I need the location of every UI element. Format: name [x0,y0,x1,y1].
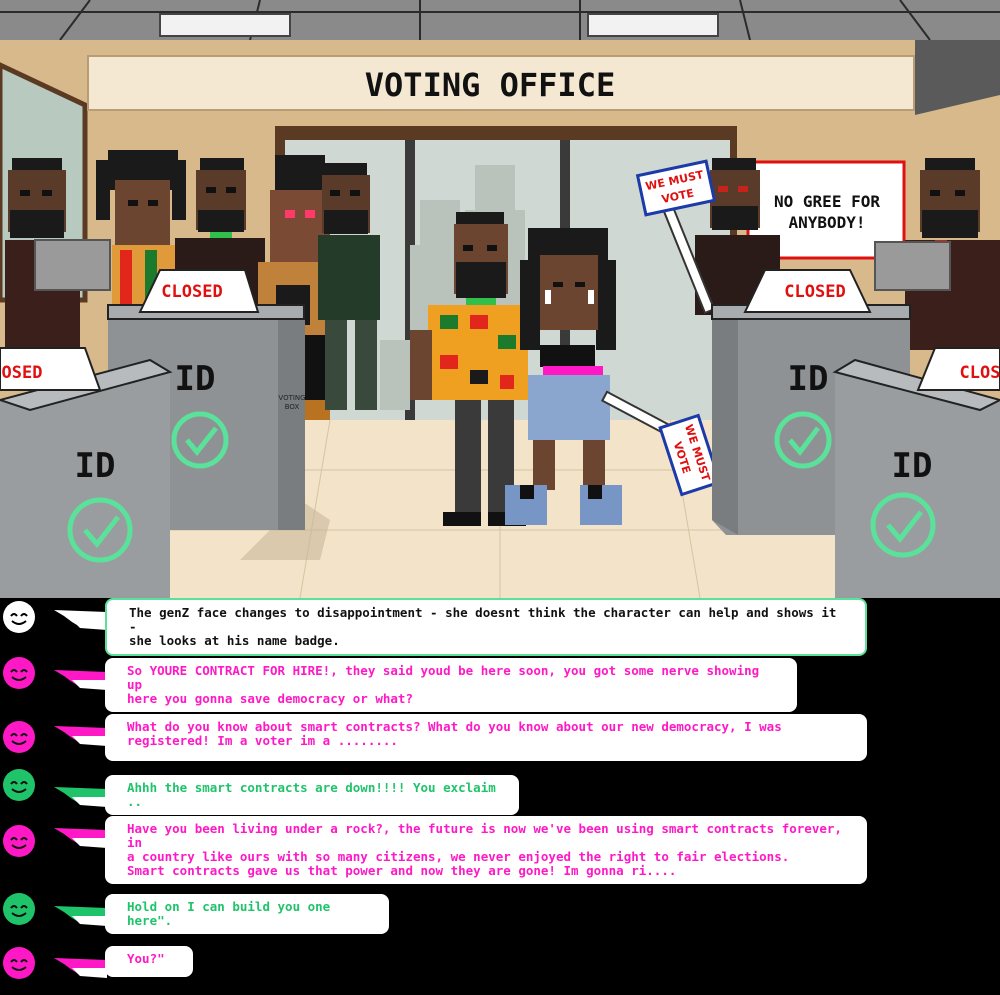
game-scene: VOTING OFFICE NO GREE FOR ANYBODY! WE MU… [0,0,1000,598]
dialogue-message: Have you been living under a rock?, the … [0,816,1000,885]
closed-sign: CLOSED [138,269,260,313]
dialogue-message: Ahhh the smart contracts are down!!!! Yo… [0,769,1000,815]
dialogue-bubble: So YOURE CONTRACT FOR HIRE!, they said y… [105,658,797,712]
speech-tail-icon [52,666,112,696]
dialogue-bubble: Have you been living under a rock?, the … [105,816,867,884]
ballot-box: ID [832,358,1000,598]
svg-text:ID: ID [892,446,933,486]
dialogue-message: Hold on I can build you one here". [0,892,1000,934]
dialogue-line: So YOURE CONTRACT FOR HIRE!, they said y… [127,663,760,692]
dialogue-line: Ahhh the smart contracts are down!!!! Yo… [127,780,496,809]
player-face-icon [2,892,36,926]
svg-text:ID: ID [788,359,829,399]
svg-text:VOTING: VOTING [278,394,305,402]
svg-text:CLOS: CLOS [960,363,1000,383]
dialogue-message: So YOURE CONTRACT FOR HIRE!, they said y… [0,656,1000,712]
svg-text:OSED: OSED [2,363,43,383]
ballot-box: ID [0,358,173,598]
speech-tail-icon [52,606,112,636]
dialogue-message: You?" [0,946,1000,983]
dialogue-line: Smart contracts gave us that power and n… [127,863,677,878]
narrator-face-icon [2,600,36,634]
dialogue-bubble: You?" [105,946,193,977]
player-face-icon [2,768,36,802]
genz-face-icon [2,656,36,690]
speech-tail-icon [52,783,112,813]
dialogue-line: Hold on I can build you one here". [127,899,331,928]
speech-tail-icon [52,902,112,932]
dialogue-line: What do you know about smart contracts? … [127,719,782,734]
dialogue-bubble: Hold on I can build you one here". [105,894,389,934]
dialogue-line: The genZ face changes to disappointment … [129,605,837,634]
svg-text:NO GREE FOR: NO GREE FOR [774,192,880,211]
svg-text:ANYBODY!: ANYBODY! [788,213,865,232]
dialogue-line: Have you been living under a rock?, the … [127,821,842,850]
svg-text:ID: ID [75,446,116,486]
dialogue-line: here you gonna save democracy or what? [127,691,413,706]
dialogue-bubble: Ahhh the smart contracts are down!!!! Yo… [105,775,519,815]
genz-face-icon [2,720,36,754]
genz-face-icon [2,824,36,858]
closed-sign: CLOSED [743,269,872,313]
dialogue-line: You?" [127,951,165,966]
dialogue-bubble: The genZ face changes to disappointment … [105,598,867,656]
dialogue-message: What do you know about smart contracts? … [0,714,1000,767]
closed-sign: OSED [0,347,102,391]
dialogue-line: registered! Im a voter im a ........ [127,733,398,748]
speech-tail-icon [52,954,112,984]
svg-text:ID: ID [175,359,216,399]
office-sign-text: VOTING OFFICE [365,66,615,104]
genz-face-icon [2,946,36,980]
dialogue-line: a country like ours with so many citizen… [127,849,790,864]
svg-text:BOX: BOX [285,403,300,411]
svg-text:CLOSED: CLOSED [784,282,845,302]
speech-tail-icon [52,722,112,752]
dialogue-bubble: What do you know about smart contracts? … [105,714,867,761]
voting-office-illustration: VOTING OFFICE NO GREE FOR ANYBODY! WE MU… [0,0,1000,598]
svg-text:CLOSED: CLOSED [161,282,222,302]
dialogue-line: she looks at his name badge. [129,633,340,648]
speech-tail-icon [52,824,112,854]
dialogue-message: The genZ face changes to disappointment … [0,598,1000,656]
dialogue-log: The genZ face changes to disappointment … [0,598,1000,995]
